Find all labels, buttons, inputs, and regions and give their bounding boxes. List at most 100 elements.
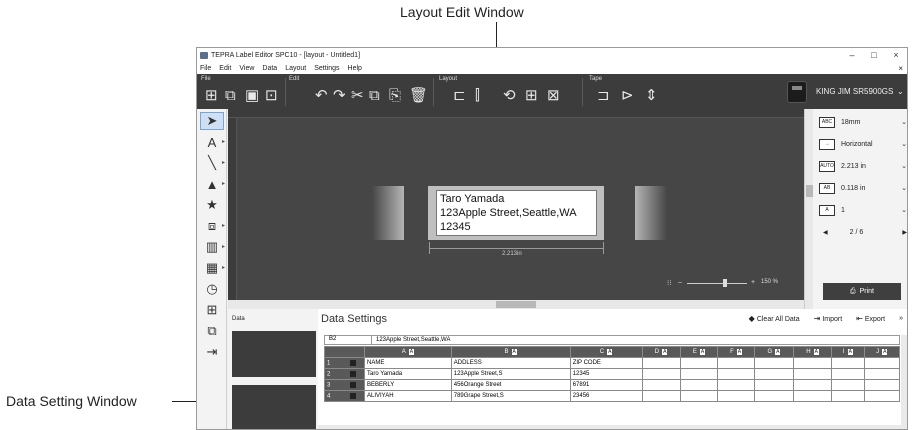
grid-cell[interactable] (679, 357, 719, 369)
print-button[interactable]: ⎙ Print (823, 283, 901, 300)
grid-cell[interactable]: ZIP CODE (569, 357, 643, 369)
column-format-icon[interactable]: A (813, 349, 819, 355)
label-preview[interactable]: Taro Yamada 123Apple Street,Seattle,WA 1… (428, 186, 604, 240)
column-header[interactable]: DA (641, 346, 681, 358)
select-tool-button[interactable]: ➤ (200, 112, 224, 130)
column-format-icon[interactable]: A (511, 349, 517, 355)
printer-select[interactable]: KING JIM SR5900GS (816, 87, 893, 96)
canvas-vertical-scrollbar[interactable] (804, 109, 813, 309)
grid-cell[interactable]: Taro Yamada (364, 368, 452, 380)
select-all-corner[interactable] (324, 346, 365, 358)
grid-cell[interactable] (863, 368, 901, 380)
row-checkbox[interactable] (350, 392, 357, 399)
frame-tool-button[interactable]: ⧈ ▸ (200, 217, 225, 235)
grid-cell[interactable] (831, 379, 865, 391)
collapse-chevron-icon[interactable]: » (899, 315, 903, 322)
close-button[interactable]: × (885, 50, 907, 60)
row-checkbox[interactable] (350, 359, 357, 366)
table-tool-button[interactable]: ⊞ (200, 301, 224, 319)
new-document-icon[interactable]: ⊞ (205, 88, 218, 104)
text-tool-button[interactable]: A ▸ (200, 133, 225, 151)
grid-cell[interactable] (831, 368, 865, 380)
data-vertical-scrollbar[interactable] (901, 335, 907, 429)
grid-cell[interactable]: 12345 (569, 368, 643, 380)
zoom-slider-handle[interactable] (723, 279, 727, 287)
margin-select[interactable]: AB 0.118 in ⌄ (819, 181, 907, 195)
grid-cell[interactable]: NAME (364, 357, 452, 369)
cut-icon[interactable]: ✂ (351, 88, 364, 104)
column-format-icon[interactable]: A (662, 349, 668, 355)
grid-cell[interactable] (863, 357, 901, 369)
document-close-button[interactable]: × (898, 64, 903, 73)
previous-page-button[interactable]: ◀ (823, 229, 828, 236)
minimize-button[interactable]: – (841, 50, 863, 60)
grid-cell[interactable] (679, 390, 719, 402)
open-template-icon[interactable]: ⧉ (225, 88, 236, 104)
scroll-thumb[interactable] (806, 185, 813, 197)
row-header[interactable]: 1 (324, 357, 365, 369)
import-button[interactable]: ⇥ Import (814, 314, 843, 323)
grid-cell[interactable] (792, 390, 833, 402)
column-header[interactable]: JA (863, 346, 901, 358)
copy-icon[interactable]: ⧉ (369, 88, 380, 104)
chevron-down-icon[interactable]: ⌄ (897, 87, 904, 96)
grid-cell[interactable] (717, 379, 756, 391)
row-checkbox[interactable] (350, 381, 357, 388)
export-button[interactable]: ⇤ Export (856, 314, 885, 323)
grid-cell[interactable] (863, 379, 901, 391)
cell-value-input[interactable]: 123Apple Street,Seattle,WA (372, 337, 451, 343)
canvas-horizontal-scrollbar[interactable] (228, 300, 804, 309)
date-time-tool-button[interactable]: ◷ (200, 280, 224, 298)
grid-cell[interactable]: 789Grape Street,S (450, 390, 571, 402)
grid-cell[interactable]: 67891 (569, 379, 643, 391)
import-tool-button[interactable]: ⇥ (200, 343, 224, 361)
row-header[interactable]: 4 (324, 390, 365, 402)
tape-length-select[interactable]: AUTO 2.213 in ⌄ (819, 159, 907, 173)
grid-cell[interactable] (754, 379, 794, 391)
grid-cell[interactable] (792, 357, 833, 369)
redo-icon[interactable]: ↷ (333, 88, 346, 104)
menu-data[interactable]: Data (262, 65, 277, 72)
menu-view[interactable]: View (239, 65, 254, 72)
grid-cell[interactable]: BEBERLY (364, 379, 452, 391)
grid-cell[interactable]: ALIVIYAH (364, 390, 452, 402)
grid-cell[interactable] (831, 357, 865, 369)
arrange-icon[interactable]: ⊏ (453, 88, 466, 104)
column-format-icon[interactable]: A (607, 349, 613, 355)
grid-cell[interactable] (641, 357, 681, 369)
menu-file[interactable]: File (200, 65, 211, 72)
data-link-tool-button[interactable]: ⧉ (200, 322, 224, 340)
column-header[interactable]: HA (792, 346, 833, 358)
layout-edit-canvas[interactable]: Taro Yamada 123Apple Street,Seattle,WA 1… (237, 118, 804, 300)
grid-cell[interactable] (792, 368, 833, 380)
row-header[interactable]: 3 (324, 379, 365, 391)
grid-cell[interactable] (717, 357, 756, 369)
grid-cell[interactable] (717, 390, 756, 402)
row-header[interactable]: 2 (324, 368, 365, 380)
delete-icon[interactable]: 🗑 (409, 88, 428, 104)
grid-cell[interactable] (641, 390, 681, 402)
column-format-icon[interactable]: A (775, 349, 781, 355)
column-format-icon[interactable]: A (847, 349, 853, 355)
paste-icon[interactable]: ⎘ (389, 88, 401, 104)
rotate-icon[interactable]: ⟲ (503, 88, 516, 104)
clipart-tool-button[interactable]: ★ (200, 196, 224, 214)
column-header[interactable]: IA (831, 346, 865, 358)
data-horizontal-scrollbar[interactable] (318, 425, 901, 429)
grid-cell[interactable] (792, 379, 833, 391)
grid-cell[interactable] (641, 368, 681, 380)
menu-settings[interactable]: Settings (314, 65, 339, 72)
column-header[interactable]: GA (754, 346, 794, 358)
save-icon[interactable]: ▣ (245, 88, 259, 104)
image-tool-button[interactable]: ▲ ▸ (200, 175, 225, 193)
clear-all-data-button[interactable]: ◆ Clear All Data (749, 314, 800, 323)
menu-help[interactable]: Help (348, 65, 362, 72)
orientation-select[interactable]: → Horizontal ⌄ (819, 137, 907, 151)
copies-select[interactable]: A 1 ⌄ (819, 203, 907, 217)
barcode-tool-button[interactable]: ▥ ▸ (200, 238, 225, 256)
column-format-icon[interactable]: A (736, 349, 743, 355)
line-tool-button[interactable]: ╲ ▸ (200, 154, 225, 172)
grid-cell[interactable] (717, 368, 756, 380)
open-book-icon[interactable]: ⊡ (265, 88, 278, 104)
zoom-slider[interactable] (687, 283, 747, 284)
